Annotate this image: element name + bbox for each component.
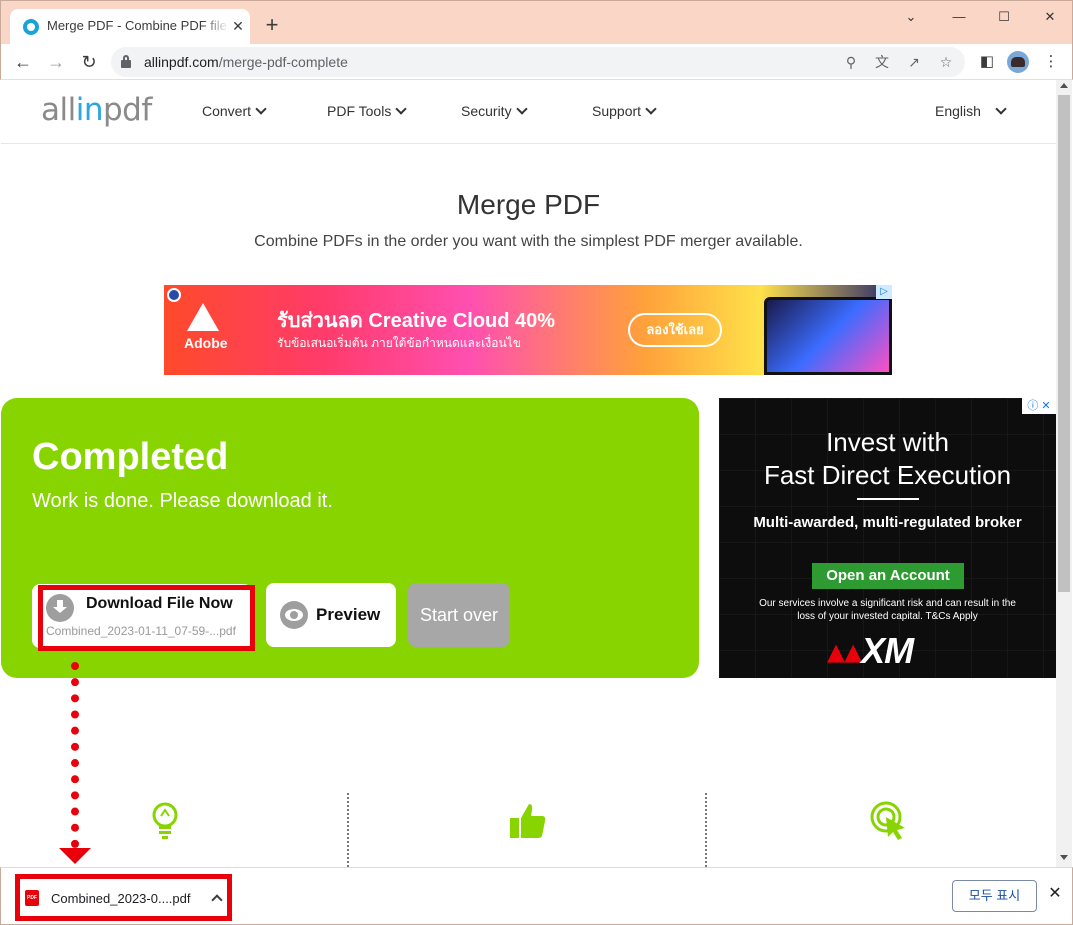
maximize-button[interactable]: ☐ (989, 7, 1019, 27)
window-close-button[interactable]: ✕ (1035, 7, 1065, 27)
allinpdf-logo[interactable]: allinpdf (41, 92, 152, 128)
xm-logo: ▴▴XM (827, 630, 914, 671)
chevron-down-icon (255, 103, 267, 115)
url-text[interactable]: allinpdf.com/merge-pdf-complete (144, 54, 348, 70)
completed-subtitle: Work is done. Please download it. (32, 490, 333, 512)
forward-arrow-icon[interactable]: → (42, 48, 70, 76)
show-all-button[interactable]: 모두 표시 (952, 880, 1037, 912)
ad-headline: รับส่วนลด Creative Cloud 40% (277, 310, 556, 332)
tab-strip: Merge PDF - Combine PDF files ✕ + ⌄ — ☐ … (0, 0, 1073, 45)
share-icon[interactable]: ↗ (904, 52, 924, 72)
side-ad[interactable]: ⓘ ✕ Invest with Fast Direct Execution Mul… (719, 398, 1056, 678)
adobe-mark-icon (187, 303, 219, 331)
nav-convert[interactable]: Convert (202, 103, 267, 119)
close-shelf-icon[interactable]: ✕ (1045, 884, 1065, 904)
preview-button[interactable]: Preview (266, 583, 396, 647)
feature-divider (705, 793, 707, 867)
chevron-up-icon[interactable] (210, 891, 224, 905)
search-icon[interactable]: ⚲ (841, 52, 861, 72)
tab-search-icon[interactable]: ⌄ (896, 7, 926, 27)
page-subtitle: Combine PDFs in the order you want with … (254, 233, 803, 250)
back-arrow-icon[interactable]: ← (9, 48, 37, 76)
more-menu-icon[interactable]: ⋮ (1039, 50, 1063, 74)
page-viewport: allinpdf Convert PDF Tools Security Supp… (1, 80, 1056, 867)
nav-support[interactable]: Support (592, 103, 657, 119)
lock-icon (121, 55, 131, 68)
tab-title: Merge PDF - Combine PDF files (47, 18, 229, 33)
dashed-arrow-annotation (71, 662, 79, 848)
ad-choices-close-icon[interactable]: ⓘ ✕ (1022, 398, 1056, 414)
nav-pdf-tools[interactable]: PDF Tools (327, 103, 407, 119)
divider (857, 498, 919, 500)
translate-icon[interactable]: 文 (872, 52, 892, 72)
site-header: allinpdf Convert PDF Tools Security Supp… (1, 80, 1056, 144)
cursor-click-icon (870, 801, 905, 840)
highlight-annotation (38, 585, 255, 651)
tab-close-icon[interactable]: ✕ (229, 17, 247, 35)
bull-icon: ▴▴ (827, 630, 862, 671)
site-favicon-icon (23, 19, 39, 35)
side-ad-risk-text: Our services involve a significant risk … (759, 598, 1016, 622)
browser-toolbar: ← → ↻ allinpdf.com/merge-pdf-complete ⚲ … (0, 44, 1073, 80)
chevron-down-icon (995, 103, 1007, 115)
eye-icon (280, 601, 308, 629)
ad-shield-icon (167, 288, 181, 302)
scrollbar-thumb[interactable] (1058, 95, 1070, 592)
scroll-up-icon[interactable] (1060, 83, 1068, 88)
download-shelf: PDF Combined_2023-0....pdf 모두 표시 ✕ (0, 867, 1073, 925)
lightbulb-icon (152, 802, 178, 839)
chevron-down-icon (645, 103, 657, 115)
nav-security[interactable]: Security (461, 103, 528, 119)
arrow-head-icon (59, 848, 91, 864)
start-over-button[interactable]: Start over (408, 583, 510, 647)
adobe-logo: Adobe (184, 303, 228, 351)
thumbs-up-icon (510, 804, 546, 838)
side-ad-subtitle: Multi-awarded, multi-regulated broker (753, 514, 1022, 531)
completed-title: Completed (32, 436, 229, 478)
banner-ad[interactable]: Adobe รับส่วนลด Creative Cloud 40% รับข้… (164, 285, 892, 375)
new-tab-button[interactable]: + (260, 13, 284, 37)
ad-text: รับข้อเสนอเริ่มต้น ภายใต้ข้อกำหนดและเงื่… (277, 336, 521, 350)
reload-icon[interactable]: ↻ (75, 48, 103, 76)
page-title: Merge PDF (456, 189, 601, 220)
profile-avatar[interactable] (1007, 51, 1029, 73)
bookmark-star-icon[interactable]: ☆ (936, 52, 956, 72)
side-ad-title: Invest with Fast Direct Execution (763, 427, 1012, 490)
scroll-down-icon[interactable] (1060, 855, 1068, 860)
ad-laptop-image (764, 297, 892, 375)
ad-choices-icon[interactable]: ▷ (876, 285, 892, 299)
address-bar[interactable]: allinpdf.com/merge-pdf-complete ⚲ 文 ↗ ☆ (111, 47, 965, 77)
pdf-file-icon: PDF (25, 890, 39, 906)
language-selector[interactable]: English (935, 103, 1007, 119)
chevron-down-icon (515, 103, 528, 115)
chevron-down-icon (395, 103, 407, 115)
preview-label: Preview (316, 605, 381, 624)
ad-cta-button[interactable]: ลองใช้เลย (628, 313, 722, 347)
downloaded-file-item[interactable]: PDF Combined_2023-0....pdf (15, 874, 232, 921)
downloaded-file-name: Combined_2023-0....pdf (51, 891, 191, 906)
minimize-button[interactable]: — (944, 7, 974, 27)
browser-tab[interactable]: Merge PDF - Combine PDF files ✕ (10, 9, 250, 45)
open-account-button[interactable]: Open an Account (812, 563, 964, 589)
feature-divider (347, 793, 349, 867)
side-panel-icon[interactable]: ◧ (975, 50, 999, 74)
page-scrollbar[interactable] (1056, 80, 1072, 867)
